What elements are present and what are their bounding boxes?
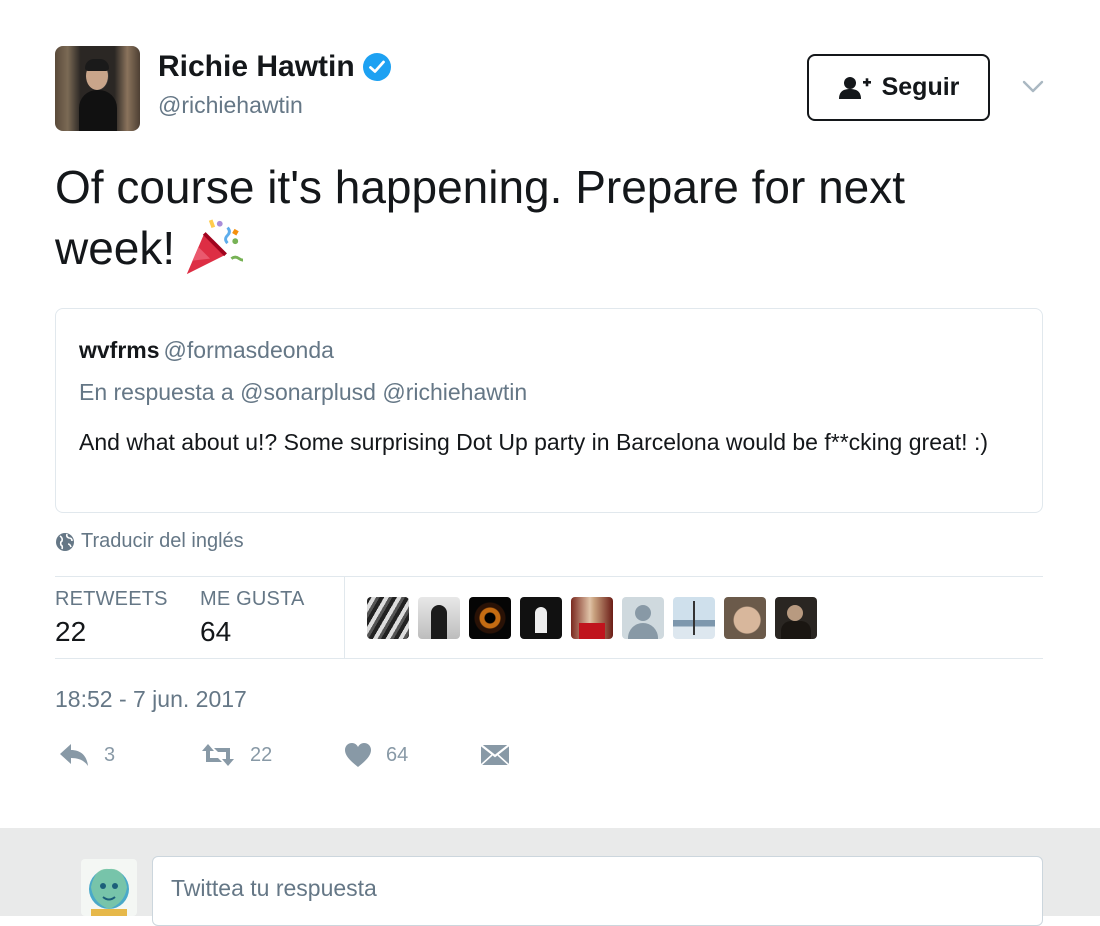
divider: [55, 576, 1043, 577]
retweet-button[interactable]: 22: [200, 742, 272, 768]
liker-avatar[interactable]: [367, 597, 409, 639]
author-name[interactable]: Richie Hawtin: [158, 50, 355, 84]
quoted-author-handle: @formasdeonda: [163, 337, 334, 363]
quoted-author: wvfrms @formasdeonda: [79, 337, 334, 364]
heart-icon: [345, 743, 371, 767]
quoted-author-name: wvfrms: [79, 337, 160, 363]
direct-message-button[interactable]: [480, 742, 510, 768]
follow-button-label: Seguir: [881, 73, 960, 101]
likes-label[interactable]: ME GUSTA: [200, 588, 305, 611]
add-user-icon: [838, 76, 871, 99]
author-name-row[interactable]: Richie Hawtin: [158, 50, 391, 84]
translate-label: Traducir del inglés: [81, 530, 244, 552]
liker-avatar[interactable]: [724, 597, 766, 639]
chevron-down-icon[interactable]: [1022, 80, 1044, 94]
liker-avatar[interactable]: [418, 597, 460, 639]
liker-avatar[interactable]: [571, 597, 613, 639]
liker-avatar[interactable]: [520, 597, 562, 639]
quoted-reply-context: En respuesta a @sonarplusd @richiehawtin: [79, 379, 527, 406]
party-popper-icon: [186, 219, 244, 275]
reply-icon: [60, 744, 88, 766]
likes-count[interactable]: 64: [200, 616, 231, 648]
liker-avatar[interactable]: [673, 597, 715, 639]
tweet-text: Of course it's happening. Prepare for ne…: [55, 158, 1035, 278]
globe-icon: [56, 532, 74, 551]
reply-input-placeholder: Twittea tu respuesta: [171, 875, 377, 901]
envelope-icon: [480, 744, 510, 766]
quoted-tweet-text: And what about u!? Some surprising Dot U…: [79, 429, 988, 455]
liker-avatar[interactable]: [469, 597, 511, 639]
reply-prefix: En respuesta a: [79, 379, 234, 405]
translate-link[interactable]: Traducir del inglés: [55, 530, 244, 553]
default-avatar-icon[interactable]: [622, 597, 664, 639]
verified-badge-icon: [362, 53, 391, 81]
retweet-count: 22: [250, 743, 273, 766]
quoted-tweet[interactable]: wvfrms @formasdeonda En respuesta a @sona…: [55, 308, 1043, 513]
like-button[interactable]: 64: [344, 742, 408, 768]
tweet-text-line1: Of course it's happening. Prepare for ne…: [55, 161, 906, 213]
likers-avatars: [367, 597, 817, 639]
reply-button[interactable]: 3: [58, 742, 115, 768]
reply-count: 3: [104, 743, 116, 766]
reply-to-handles: @sonarplusd @richiehawtin: [240, 379, 528, 405]
author-avatar[interactable]: [55, 46, 140, 131]
author-handle[interactable]: @richiehawtin: [158, 92, 303, 119]
divider: [344, 577, 345, 659]
retweets-label[interactable]: RETWEETS: [55, 588, 168, 611]
divider: [55, 658, 1043, 659]
tweet-timestamp[interactable]: 18:52 - 7 jun. 2017: [55, 686, 247, 713]
retweets-count[interactable]: 22: [55, 616, 86, 648]
retweet-icon: [202, 744, 234, 766]
like-count: 64: [386, 743, 409, 766]
follow-button[interactable]: Seguir: [807, 54, 990, 121]
tweet-text-line2: week!: [55, 222, 176, 274]
liker-avatar[interactable]: [775, 597, 817, 639]
current-user-avatar[interactable]: [81, 859, 137, 916]
